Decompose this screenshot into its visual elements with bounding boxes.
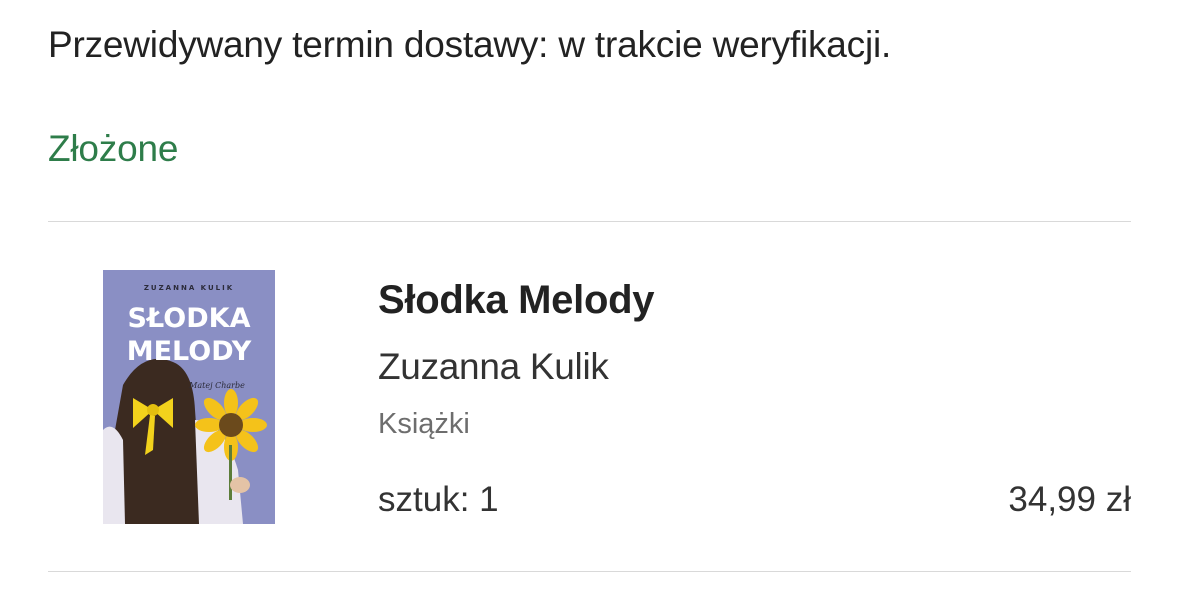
cover-subtitle: Matej Charbe [188, 381, 245, 390]
delivery-estimate-text: Przewidywany termin dostawy: w trakcie w… [48, 24, 892, 65]
cover-title-line2: MELODY [127, 336, 252, 367]
order-status: Złożone [48, 128, 179, 169]
product-quantity: sztuk: 1 [378, 480, 499, 519]
cover-author-text: ZUZANNA KULIK [144, 284, 234, 292]
divider [48, 221, 1131, 222]
product-title[interactable]: Słodka Melody [378, 274, 654, 326]
divider [48, 571, 1131, 572]
product-category: Książki [378, 408, 470, 440]
product-price: 34,99 zł [1008, 480, 1131, 519]
book-cover-image[interactable]: ZUZANNA KULIK SŁODKA MELODY Matej Charbe [103, 270, 275, 524]
order-item-page: Przewidywany termin dostawy: w trakcie w… [0, 0, 1179, 613]
product-author: Zuzanna Kulik [378, 346, 609, 387]
cover-title-line1: SŁODKA [127, 303, 250, 334]
